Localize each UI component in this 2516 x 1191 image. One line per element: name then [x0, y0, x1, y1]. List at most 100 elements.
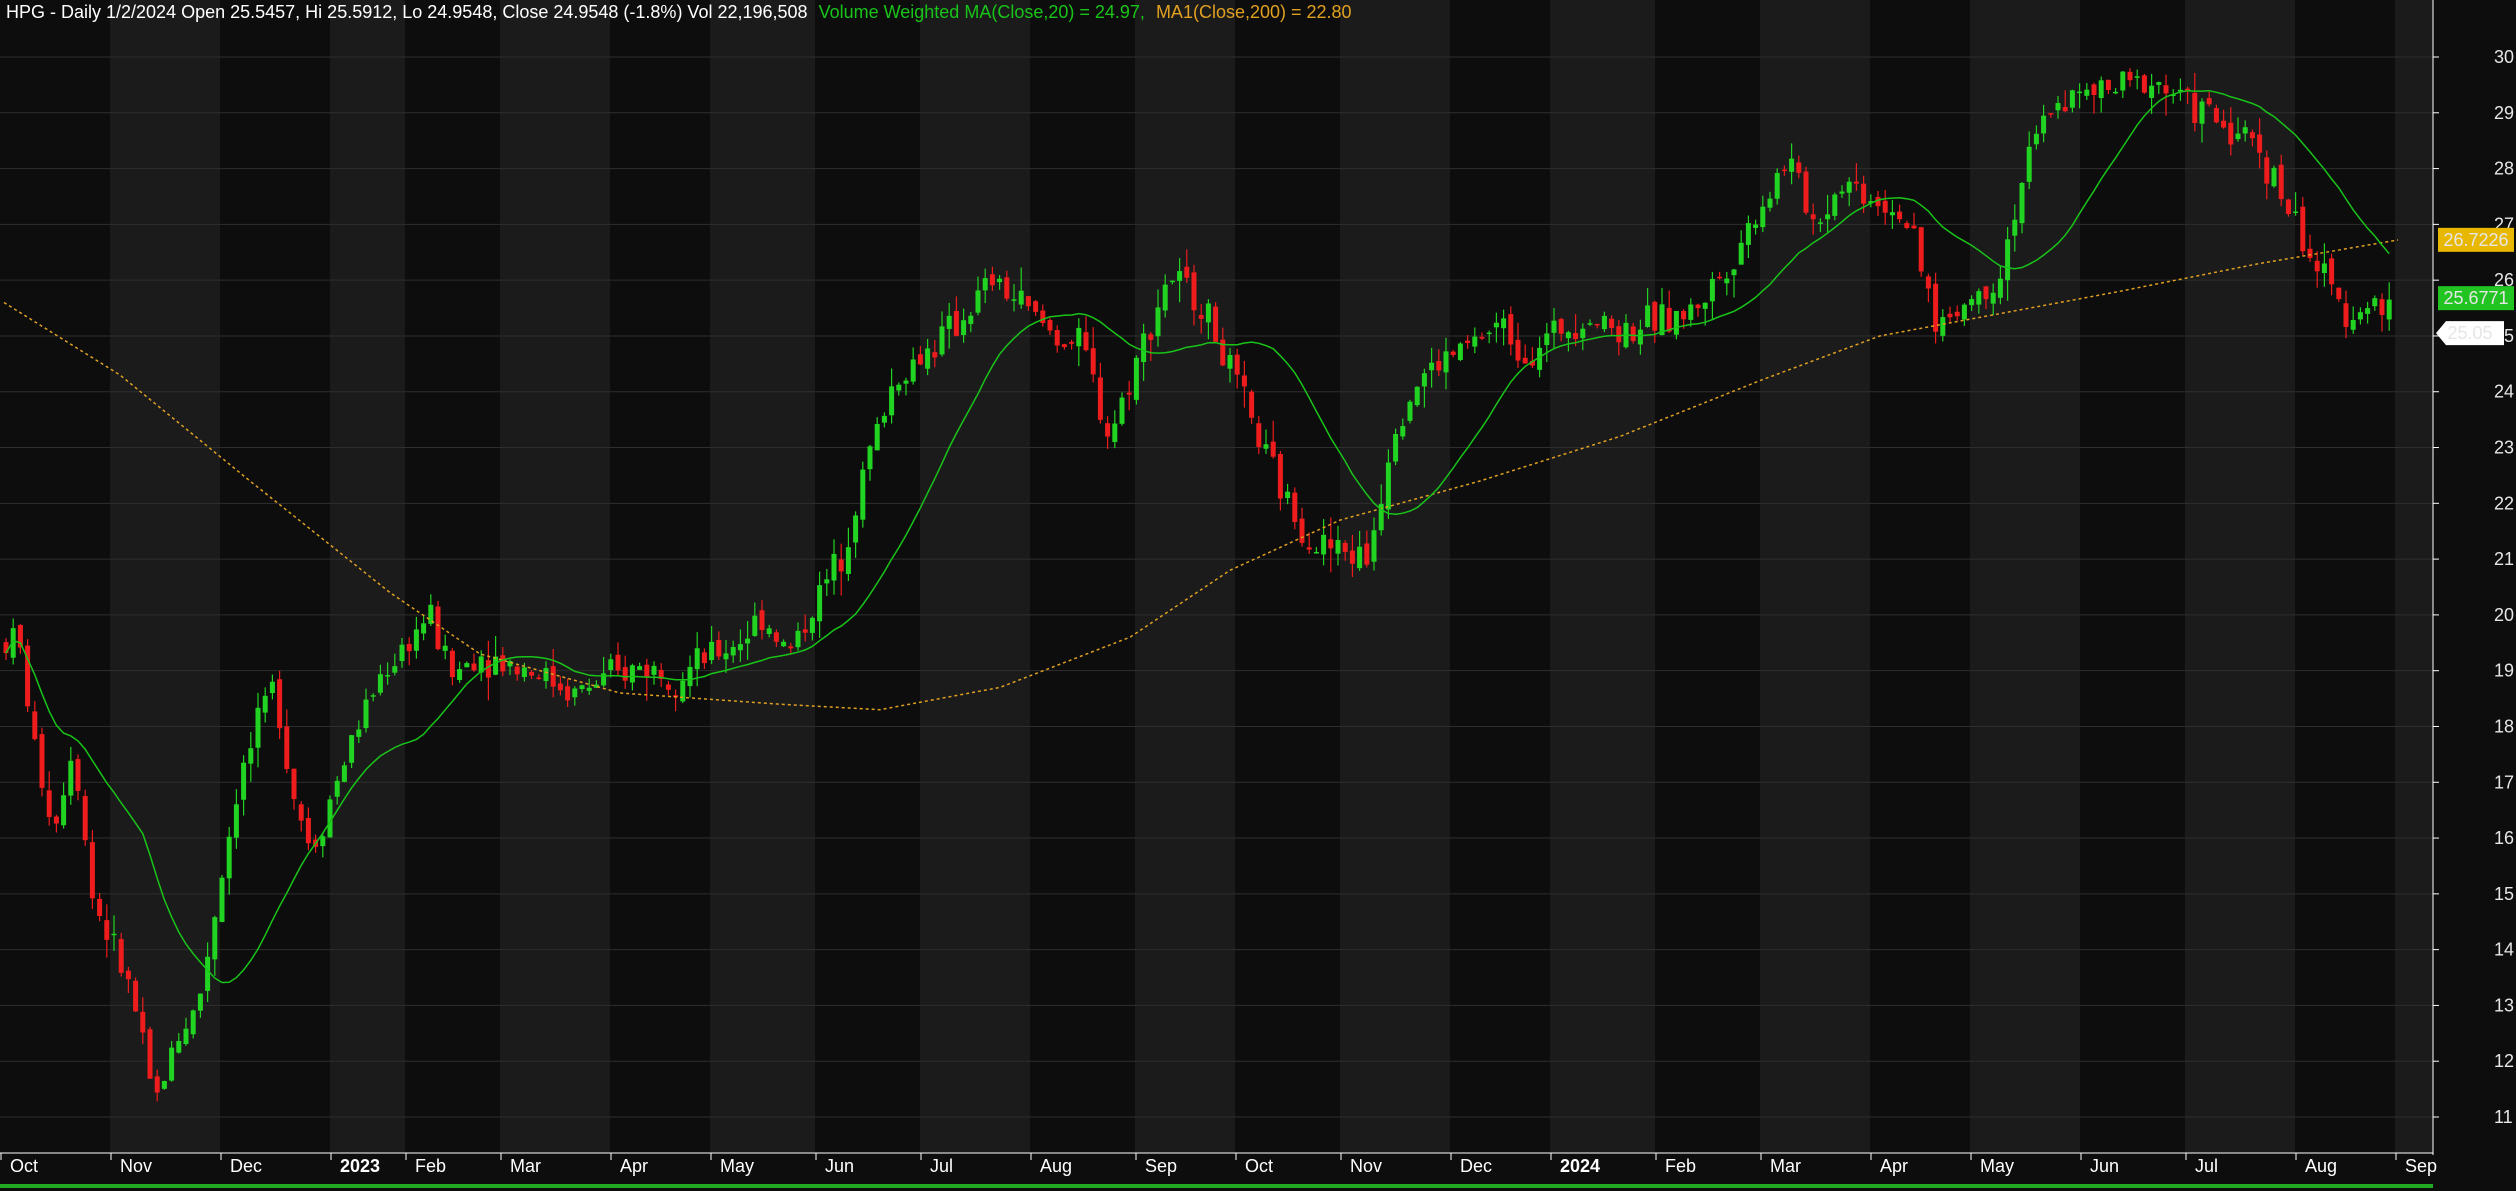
candle-body [1097, 377, 1103, 420]
candle-body [341, 765, 347, 782]
month-band [2395, 0, 2433, 1153]
candle-body [543, 668, 549, 682]
candle-body [161, 1081, 167, 1089]
candle-body [1897, 211, 1903, 220]
candle-body [435, 606, 441, 650]
y-tick-label: 13 [2494, 995, 2514, 1015]
candle-body [305, 817, 311, 844]
candle-body [521, 667, 527, 678]
x-tick-label: Jun [825, 1156, 854, 1176]
candle-body [2257, 134, 2263, 153]
candle-body [1587, 323, 1593, 325]
candle-body [233, 804, 239, 838]
x-tick-label: 2023 [340, 1156, 380, 1176]
candle-body [665, 684, 671, 690]
x-tick-label: Jul [930, 1156, 953, 1176]
candle-body [1371, 530, 1377, 562]
candle-body [255, 707, 261, 748]
candle-body [2005, 239, 2011, 281]
candle-body [745, 638, 751, 644]
candle-body [370, 695, 376, 697]
candle-body [1544, 333, 1550, 346]
candle-body [493, 656, 499, 675]
x-tick-label: Mar [510, 1156, 541, 1176]
candle-body [831, 553, 837, 581]
candle-body [1630, 326, 1636, 342]
candle-body [75, 759, 81, 791]
candle-body [716, 639, 722, 657]
candle-body [154, 1076, 160, 1093]
month-band [330, 0, 405, 1153]
candle-body [2069, 90, 2075, 108]
candle-body [1227, 355, 1233, 369]
candle-body [1673, 310, 1679, 335]
candle-body [1882, 200, 1888, 213]
candle-body [1810, 214, 1816, 220]
candle-body [1767, 198, 1773, 208]
candle-body [2055, 103, 2061, 111]
symbol-info: HPG - Daily 1/2/2024 Open 25.5457, Hi 25… [6, 2, 808, 22]
candle-body [2321, 263, 2327, 273]
y-tick-label: 14 [2494, 940, 2514, 960]
candle-body [2113, 91, 2119, 94]
candle-body [104, 920, 110, 940]
y-tick-label: 21 [2494, 549, 2514, 569]
candle-body [2221, 120, 2227, 128]
candle-body [2156, 82, 2162, 85]
candle-body [709, 641, 715, 661]
candle-body [1817, 222, 1823, 224]
candle-body [392, 666, 398, 673]
candle-body [1731, 269, 1737, 276]
candle-body [1472, 336, 1478, 347]
candle-body [529, 671, 535, 676]
candle-body [2372, 298, 2378, 307]
candle-body [2091, 84, 2097, 96]
candle-body [557, 683, 563, 691]
candle-body [946, 315, 952, 329]
candle-body [565, 686, 571, 701]
month-band [710, 0, 815, 1153]
candle-body [1839, 191, 1845, 194]
candle-body [1328, 539, 1334, 549]
candle-body [651, 665, 657, 675]
candle-body [133, 980, 139, 1012]
candle-body [1162, 284, 1168, 311]
candle-body [1832, 194, 1838, 216]
candle-body [1126, 392, 1132, 395]
candle-body [1774, 173, 1780, 199]
candle-body [363, 699, 369, 729]
candle-body [125, 970, 131, 980]
candle-body [694, 648, 700, 670]
candle-body [1508, 314, 1514, 345]
x-tick-label: Nov [120, 1156, 152, 1176]
candle-body [1436, 360, 1442, 371]
candle-body [622, 667, 628, 681]
y-tick-label: 30 [2494, 47, 2514, 67]
candle-body [147, 1029, 153, 1079]
price-chart[interactable]: HPG - Daily 1/2/2024 Open 25.5457, Hi 25… [0, 0, 2516, 1191]
candle-body [2026, 146, 2032, 182]
candle-body [485, 660, 491, 678]
candle-body [802, 629, 808, 633]
x-tick-label: Nov [1350, 1156, 1382, 1176]
scroll-indicator[interactable] [0, 1184, 2433, 1188]
candle-body [579, 685, 585, 689]
candle-body [385, 675, 391, 677]
x-tick-label: Oct [1245, 1156, 1273, 1176]
candle-body [766, 628, 772, 634]
candle-body [1421, 373, 1427, 387]
x-tick-label: Feb [415, 1156, 446, 1176]
month-bands [110, 0, 2433, 1153]
candle-body [1076, 327, 1082, 347]
candle-body [2048, 113, 2054, 115]
candle-body [1652, 301, 1658, 331]
candle-body [2149, 85, 2155, 98]
candle-body [1205, 303, 1211, 323]
candle-body [2285, 199, 2291, 215]
y-axis: 1112131415161718192021222324252627282930 [2433, 47, 2514, 1127]
y-tick-label: 29 [2494, 103, 2514, 123]
candle-body [1177, 271, 1183, 281]
candle-body [1090, 348, 1096, 375]
month-band [920, 0, 1030, 1153]
candle-body [2163, 85, 2169, 94]
